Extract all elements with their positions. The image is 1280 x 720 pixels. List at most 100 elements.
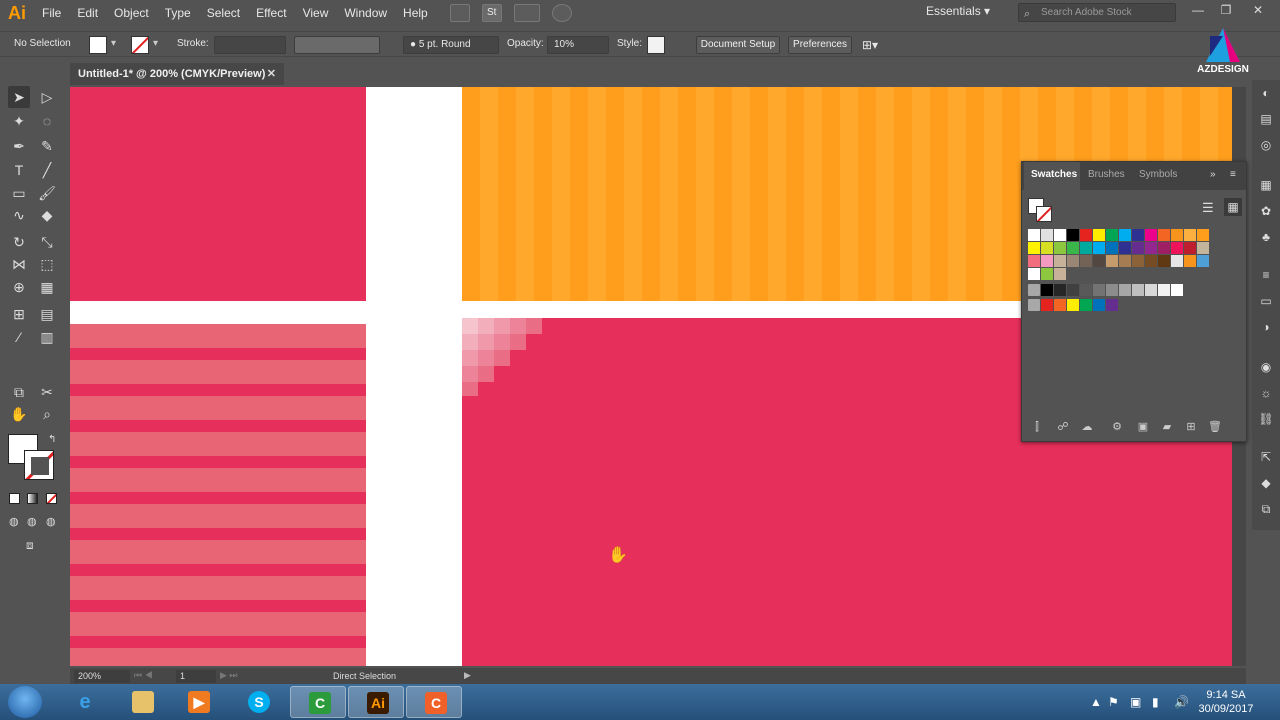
tray-volume-icon[interactable]: 🔊 <box>1174 695 1189 709</box>
draw-normal-icon[interactable]: ◍ <box>9 515 19 528</box>
cloud-sync-icon[interactable]: ☁ <box>1080 420 1094 434</box>
delete-swatch-icon[interactable]: 🗑 <box>1208 420 1222 434</box>
gradient-panel-icon[interactable]: ▭ <box>1257 292 1275 310</box>
stroke-indicator[interactable] <box>1036 206 1052 222</box>
swatches-panel-icon[interactable]: ▦ <box>1257 176 1275 194</box>
arrange-documents-icon[interactable] <box>513 4 540 22</box>
swatch-chip[interactable] <box>1119 229 1131 241</box>
swatch-chip[interactable] <box>1145 284 1157 296</box>
swatch-chip[interactable] <box>1093 242 1105 254</box>
paintbrush-tool-icon[interactable]: 🖌 <box>36 182 58 204</box>
rotate-tool-icon[interactable]: ↻ <box>8 231 30 253</box>
color-panel-icon[interactable]: ◐ <box>1257 84 1275 102</box>
line-tool-icon[interactable]: ╱ <box>36 159 58 181</box>
swatch-chip[interactable] <box>1054 229 1066 241</box>
fill-swatch[interactable] <box>89 36 107 54</box>
swatch-chip[interactable] <box>1106 255 1118 267</box>
pink-rectangle[interactable] <box>70 87 366 301</box>
gradient-tool-icon[interactable]: ▤ <box>36 303 58 325</box>
swatch-chip[interactable] <box>1054 268 1066 280</box>
menu-help[interactable]: Help <box>395 0 436 26</box>
tray-arrow-icon[interactable]: ▲ <box>1090 695 1102 709</box>
draw-inside-icon[interactable]: ◍ <box>46 515 56 528</box>
arrange-icon[interactable]: ⊞▾ <box>862 38 878 52</box>
workspace-switcher[interactable]: Essentials ▾ <box>926 4 990 18</box>
swatch-chip[interactable] <box>1132 229 1144 241</box>
artboard-nav-prev-icon[interactable]: ⏮ ◀ <box>134 670 153 681</box>
width-tool-icon[interactable]: ⋈ <box>8 253 30 275</box>
gradient-mode-icon[interactable] <box>27 493 38 504</box>
curvature-tool-icon[interactable]: ✎ <box>36 135 58 157</box>
swatch-chip[interactable] <box>1145 255 1157 267</box>
selection-tool-icon[interactable]: ➤ <box>8 86 30 108</box>
slice-tool-icon[interactable]: ✂ <box>36 381 58 403</box>
swatch-chip[interactable] <box>1067 229 1079 241</box>
taskbar-skype[interactable]: S <box>230 686 286 718</box>
swatch-chip[interactable] <box>1054 299 1066 311</box>
swatch-chip[interactable] <box>1093 255 1105 267</box>
swatch-chip[interactable] <box>1197 229 1209 241</box>
swatch-chip[interactable] <box>1028 229 1040 241</box>
swatch-chip[interactable] <box>1080 242 1092 254</box>
swap-colors-icon[interactable]: ↰ <box>48 434 56 445</box>
swatch-chip[interactable] <box>1067 284 1079 296</box>
graphic-styles-icon[interactable]: ◉ <box>1257 358 1275 376</box>
swatch-chip[interactable] <box>1080 229 1092 241</box>
swatch-chip[interactable] <box>1067 255 1079 267</box>
new-swatch-icon[interactable]: ⊞ <box>1184 420 1198 434</box>
symbols-panel-icon[interactable]: ♣ <box>1257 228 1275 246</box>
hand-tool-icon[interactable]: ✋ <box>8 403 30 425</box>
artboards-panel-icon[interactable]: ⧉ <box>1257 500 1275 518</box>
screen-mode-icon[interactable]: ⧈ <box>26 538 34 553</box>
none-mode-icon[interactable] <box>46 493 57 504</box>
artboard-nav-next-icon[interactable]: ▶ ⏭ <box>220 670 238 681</box>
variable-width-profile[interactable] <box>294 36 380 54</box>
tray-network-icon[interactable]: ▮ <box>1152 695 1159 709</box>
swatch-chip[interactable] <box>1041 299 1053 311</box>
swatch-chip[interactable] <box>1106 229 1118 241</box>
pink-striped-rectangle[interactable] <box>70 324 366 666</box>
taskbar-camtasia-recorder[interactable]: C <box>406 686 462 718</box>
gpu-performance-icon[interactable] <box>551 4 572 22</box>
artboard-tool-icon[interactable]: ⧉ <box>8 381 30 403</box>
stroke-panel-icon[interactable]: ≡ <box>1257 266 1275 284</box>
swatch-chip[interactable] <box>1067 242 1079 254</box>
swatch-chip[interactable] <box>1028 268 1040 280</box>
color-mode-icon[interactable] <box>9 493 20 504</box>
swatch-chip[interactable] <box>1041 242 1053 254</box>
taskbar-media[interactable]: ▶ <box>170 686 226 718</box>
swatch-chip[interactable] <box>1080 284 1092 296</box>
zoom-tool-icon[interactable]: ⌕ <box>36 403 58 425</box>
close-button[interactable]: ✕ <box>1248 3 1268 21</box>
menu-file[interactable]: File <box>34 0 69 26</box>
swatch-chip[interactable] <box>1145 229 1157 241</box>
transparency-panel-icon[interactable]: ◑ <box>1257 318 1275 336</box>
swatch-chip[interactable] <box>1080 255 1092 267</box>
taskbar-ie[interactable]: e <box>56 686 112 718</box>
new-folder-icon[interactable]: ▰ <box>1160 420 1174 434</box>
shape-builder-tool-icon[interactable]: ⊕ <box>8 276 30 298</box>
swatch-chip[interactable] <box>1054 242 1066 254</box>
swatch-libraries-icon[interactable]: ⫿ <box>1030 420 1044 434</box>
menu-effect[interactable]: Effect <box>248 0 294 26</box>
preferences-button[interactable]: Preferences <box>788 36 852 54</box>
swatch-chip[interactable] <box>1158 284 1170 296</box>
swatch-chip[interactable] <box>1093 229 1105 241</box>
swatch-chip[interactable] <box>1171 242 1183 254</box>
stock-icon[interactable]: St <box>481 4 502 22</box>
swatch-chip[interactable] <box>1080 299 1092 311</box>
brush-definition-select[interactable]: ● 5 pt. Round <box>403 36 499 54</box>
swatch-chip[interactable] <box>1119 284 1131 296</box>
system-clock[interactable]: 9:14 SA 30/09/2017 <box>1196 688 1256 716</box>
swatch-chip[interactable] <box>1106 284 1118 296</box>
zoom-level-field[interactable]: 200% <box>74 670 130 683</box>
swatch-chip[interactable] <box>1054 284 1066 296</box>
swatch-chip[interactable] <box>1184 242 1196 254</box>
document-tab[interactable]: Untitled-1* @ 200% (CMYK/Preview) ✕ <box>70 63 284 85</box>
taskbar-illustrator[interactable]: Ai <box>348 686 404 718</box>
swatch-options-icon[interactable]: ⚙ <box>1110 420 1124 434</box>
swatch-chip[interactable] <box>1119 255 1131 267</box>
brushes-panel-icon[interactable]: ✿ <box>1257 202 1275 220</box>
new-color-group-icon[interactable]: ▣ <box>1136 420 1150 434</box>
stroke-color-swatch[interactable] <box>24 450 54 480</box>
